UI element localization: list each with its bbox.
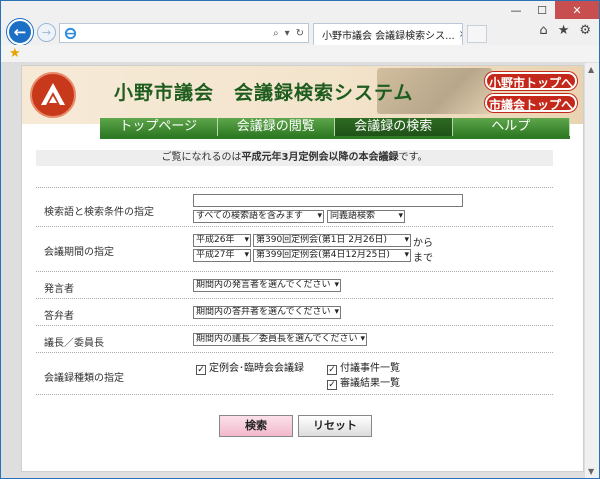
availability-notice: ご覧になれるのは平成元年3月定例会以降の本会議録です。 [36, 150, 553, 166]
to-year-select[interactable]: 平成27年 [193, 249, 251, 262]
menu-item-search[interactable]: 会議録の検索 [335, 118, 453, 136]
from-year-select[interactable]: 平成26年 [193, 234, 251, 247]
chevron-down-icon[interactable]: ▾ [285, 28, 290, 39]
browser-window: — ☐ ✕ ← → ⌕ ▾ ↻ 小野市議会 会議録検索シス... × ⌂ ★ ⚙… [0, 0, 600, 479]
back-arrow-icon: ← [13, 23, 27, 41]
menu-underline [100, 136, 570, 139]
site-header: 小野市議会 会議録検索システム 小野市トップへ 市議会トップへ [22, 66, 583, 124]
site-title: 小野市議会 会議録検索システム [114, 82, 414, 104]
to-suffix: まで [413, 253, 433, 264]
ie-icon [64, 27, 77, 39]
speaker-label: 発言者 [44, 284, 74, 295]
forward-arrow-icon: → [41, 26, 52, 39]
divider [36, 394, 553, 395]
respondent-label: 答弁者 [44, 311, 74, 322]
forward-button[interactable]: → [37, 23, 56, 42]
keyword-input[interactable] [193, 194, 463, 207]
address-bar[interactable]: ⌕ ▾ ↻ [59, 23, 309, 43]
record-types-label: 会議録種類の指定 [44, 373, 124, 384]
checkbox-checked-icon: ✓ [327, 380, 337, 390]
chair-label: 議長／委員長 [44, 338, 104, 349]
navigation-bar: ← → ⌕ ▾ ↻ 小野市議会 会議録検索シス... × ⌂ ★ ⚙ [1, 15, 599, 45]
city-emblem-logo [30, 72, 76, 118]
add-favorite-icon[interactable]: ★ [9, 46, 21, 61]
browser-tools: ⌂ ★ ⚙ [539, 23, 591, 38]
from-session-select[interactable]: 第390回定例会(第1日 2月26日) [253, 234, 411, 247]
close-tab-icon[interactable]: × [459, 29, 462, 40]
tab-title: 小野市議会 会議録検索シス... [322, 31, 455, 42]
city-top-link[interactable]: 小野市トップへ [485, 72, 577, 90]
speaker-row: 発言者 期間内の発言者を選んでください [36, 271, 553, 298]
page-viewport: 小野市議会 会議録検索システム 小野市トップへ 市議会トップへ トップページ 会… [1, 63, 585, 478]
reset-button[interactable]: リセット [298, 415, 372, 437]
council-top-link[interactable]: 市議会トップへ [485, 94, 577, 112]
scroll-down-icon[interactable]: ▼ [588, 467, 594, 476]
keyword-mode-select[interactable]: 同義語検索 [327, 210, 405, 223]
back-button[interactable]: ← [7, 19, 33, 45]
keyword-label: 検索語と検索条件の指定 [44, 207, 154, 218]
gear-icon[interactable]: ⚙ [579, 23, 591, 38]
browser-tab[interactable]: 小野市議会 会議録検索シス... × [313, 23, 463, 45]
new-tab-button[interactable] [467, 25, 487, 43]
main-menu: トップページ 会議録の閲覧 会議録の検索 ヘルプ [100, 118, 570, 136]
to-session-select[interactable]: 第399回定例会(第4日12月25日) [253, 249, 411, 262]
type-agenda-checkbox[interactable]: ✓ 付議事件一覧 [327, 359, 400, 375]
menu-item-top[interactable]: トップページ [100, 118, 218, 136]
search-button[interactable]: 検索 [219, 415, 293, 437]
chair-row: 議長／委員長 期間内の議長／委員長を選んでください [36, 325, 553, 352]
checkbox-checked-icon: ✓ [196, 365, 206, 375]
menu-item-help[interactable]: ヘルプ [452, 118, 570, 136]
respondent-select[interactable]: 期間内の答弁者を選んでください [193, 306, 341, 319]
refresh-icon[interactable]: ↻ [296, 28, 304, 39]
favorites-bar: ★ [1, 45, 599, 63]
period-row: 会議期間の指定 平成26年 第390回定例会(第1日 2月26日) から 平成2… [36, 226, 553, 271]
menu-item-browse[interactable]: 会議録の閲覧 [217, 118, 335, 136]
home-icon[interactable]: ⌂ [539, 23, 547, 38]
search-icon[interactable]: ⌕ [273, 28, 279, 39]
respondent-row: 答弁者 期間内の答弁者を選んでください [36, 298, 553, 325]
chair-select[interactable]: 期間内の議長／委員長を選んでください [193, 333, 367, 346]
speaker-select[interactable]: 期間内の発言者を選んでください [193, 279, 341, 292]
record-types-row: 会議録種類の指定 ✓ 定例会･臨時会会議録 ✓ 付議事件一覧 ✓ 審議結果一覧 [36, 352, 553, 394]
vertical-scrollbar[interactable]: ▲ ▼ [584, 63, 598, 478]
type-results-checkbox[interactable]: ✓ 審議結果一覧 [327, 374, 400, 390]
keyword-row: 検索語と検索条件の指定 すべての検索語を含みます 同義語検索 [36, 187, 553, 226]
type-regular-checkbox[interactable]: ✓ 定例会･臨時会会議録 [196, 359, 304, 375]
scroll-up-icon[interactable]: ▲ [588, 65, 594, 74]
keyword-condition-select[interactable]: すべての検索語を含みます [193, 210, 324, 223]
from-suffix: から [413, 238, 433, 249]
star-icon[interactable]: ★ [558, 23, 570, 38]
page-container: 小野市議会 会議録検索システム 小野市トップへ 市議会トップへ トップページ 会… [21, 65, 584, 472]
period-label: 会議期間の指定 [44, 247, 114, 258]
